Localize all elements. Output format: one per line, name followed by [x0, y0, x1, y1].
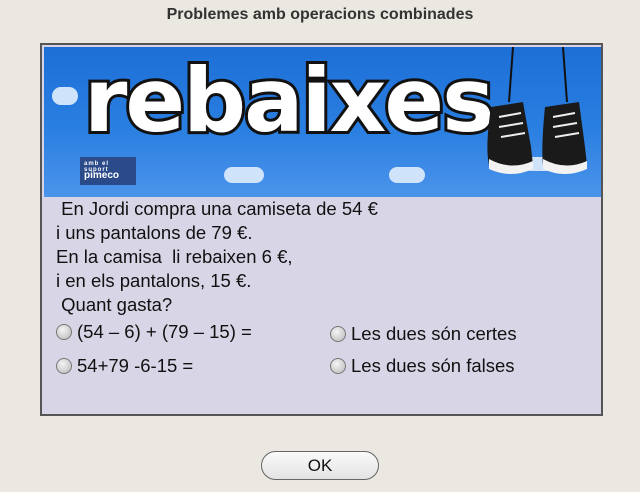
problem-line: i uns pantalons de 79 €.: [56, 222, 253, 243]
logo-name: pimeco: [84, 170, 120, 181]
cloud-shape: [224, 167, 264, 183]
option-3-label: Les dues són certes: [351, 323, 517, 344]
sneakers-icon: [487, 47, 587, 174]
problem-line: Quant gasta?: [56, 294, 173, 315]
banner-image: rebaixes amb el suport pimeco: [44, 47, 601, 197]
option-4-label: Les dues són falses: [351, 355, 515, 376]
cloud-shape: [389, 167, 425, 183]
problem-line: En la camisa li rebaixen 6 €,: [56, 246, 293, 267]
problem-line: i en els pantalons, 15 €.: [56, 270, 252, 291]
radio-circle-icon[interactable]: [56, 324, 72, 340]
option-4-radio[interactable]: Les dues són falses: [330, 355, 515, 377]
problem-panel: rebaixes amb el suport pimeco En Jordi c…: [40, 43, 603, 416]
radio-circle-icon[interactable]: [330, 326, 346, 342]
option-1-label: (54 – 6) + (79 – 15) =: [77, 321, 252, 342]
option-2-label: 54+79 -6-15 =: [77, 355, 194, 376]
problem-line: En Jordi compra una camiseta de 54 €: [56, 198, 378, 219]
cloud-shape: [52, 87, 78, 105]
banner-word: rebaixes: [81, 49, 497, 152]
radio-circle-icon[interactable]: [330, 358, 346, 374]
radio-circle-icon[interactable]: [56, 358, 72, 374]
problem-text: En Jordi compra una camiseta de 54 € i u…: [56, 197, 576, 317]
sponsor-logo: amb el suport pimeco: [80, 157, 136, 185]
ok-button[interactable]: OK: [261, 451, 379, 480]
option-3-radio[interactable]: Les dues són certes: [330, 323, 517, 345]
option-1-radio[interactable]: (54 – 6) + (79 – 15) =: [56, 321, 252, 343]
option-2-radio[interactable]: 54+79 -6-15 =: [56, 355, 193, 377]
dialog-title: Problemes amb operacions combinades: [166, 6, 474, 23]
